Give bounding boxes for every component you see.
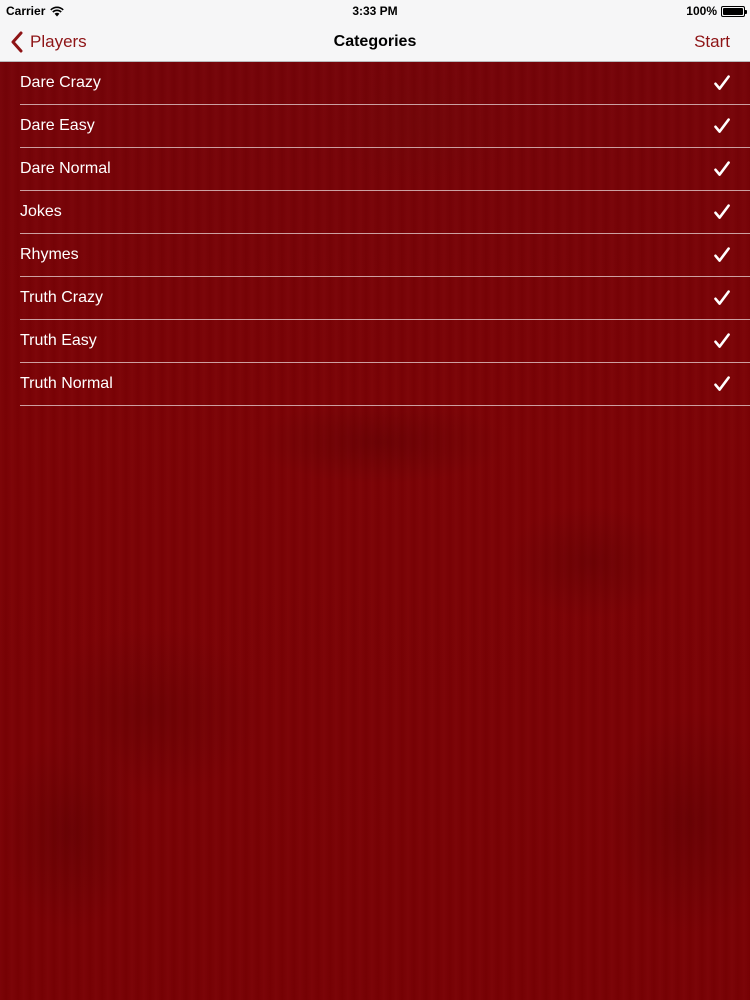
checkmark-icon: [714, 204, 730, 219]
checkmark-icon: [714, 290, 730, 305]
back-button[interactable]: Players: [10, 21, 87, 62]
category-label: Dare Normal: [20, 160, 111, 177]
checkmark-icon: [714, 247, 730, 262]
category-label: Dare Easy: [20, 117, 95, 134]
category-row[interactable]: Dare Normal: [20, 148, 750, 191]
category-row[interactable]: Rhymes: [20, 234, 750, 277]
category-label: Rhymes: [20, 246, 79, 263]
category-label: Truth Crazy: [20, 289, 103, 306]
status-bar: Carrier 3:33 PM 100%: [0, 0, 750, 21]
content-area: Dare Crazy Dare Easy Dare Normal Jokes Rhyme…: [0, 62, 750, 1000]
start-button[interactable]: Start: [694, 21, 730, 62]
category-label: Truth Normal: [20, 375, 113, 392]
category-label: Dare Crazy: [20, 74, 101, 91]
category-row[interactable]: Truth Normal: [20, 363, 750, 406]
chevron-left-icon: [11, 31, 23, 52]
category-label: Truth Easy: [20, 332, 97, 349]
checkmark-icon: [714, 118, 730, 133]
battery-indicator: 100%: [686, 4, 747, 18]
back-button-label: Players: [30, 31, 87, 51]
category-row[interactable]: Dare Crazy: [20, 62, 750, 105]
checkmark-icon: [714, 333, 730, 348]
checkmark-icon: [714, 376, 730, 391]
category-row[interactable]: Truth Crazy: [20, 277, 750, 320]
category-label: Jokes: [20, 203, 62, 220]
category-row[interactable]: Dare Easy: [20, 105, 750, 148]
category-list: Dare Crazy Dare Easy Dare Normal Jokes Rhyme…: [20, 62, 750, 406]
page-title: Categories: [333, 33, 417, 50]
battery-icon: [721, 5, 747, 17]
category-row[interactable]: Jokes: [20, 191, 750, 234]
navigation-bar: Players Categories Start: [0, 21, 750, 62]
checkmark-icon: [714, 161, 730, 176]
battery-percent: 100%: [686, 4, 717, 18]
category-row[interactable]: Truth Easy: [20, 320, 750, 363]
clock: 3:33 PM: [352, 4, 398, 18]
checkmark-icon: [714, 75, 730, 90]
